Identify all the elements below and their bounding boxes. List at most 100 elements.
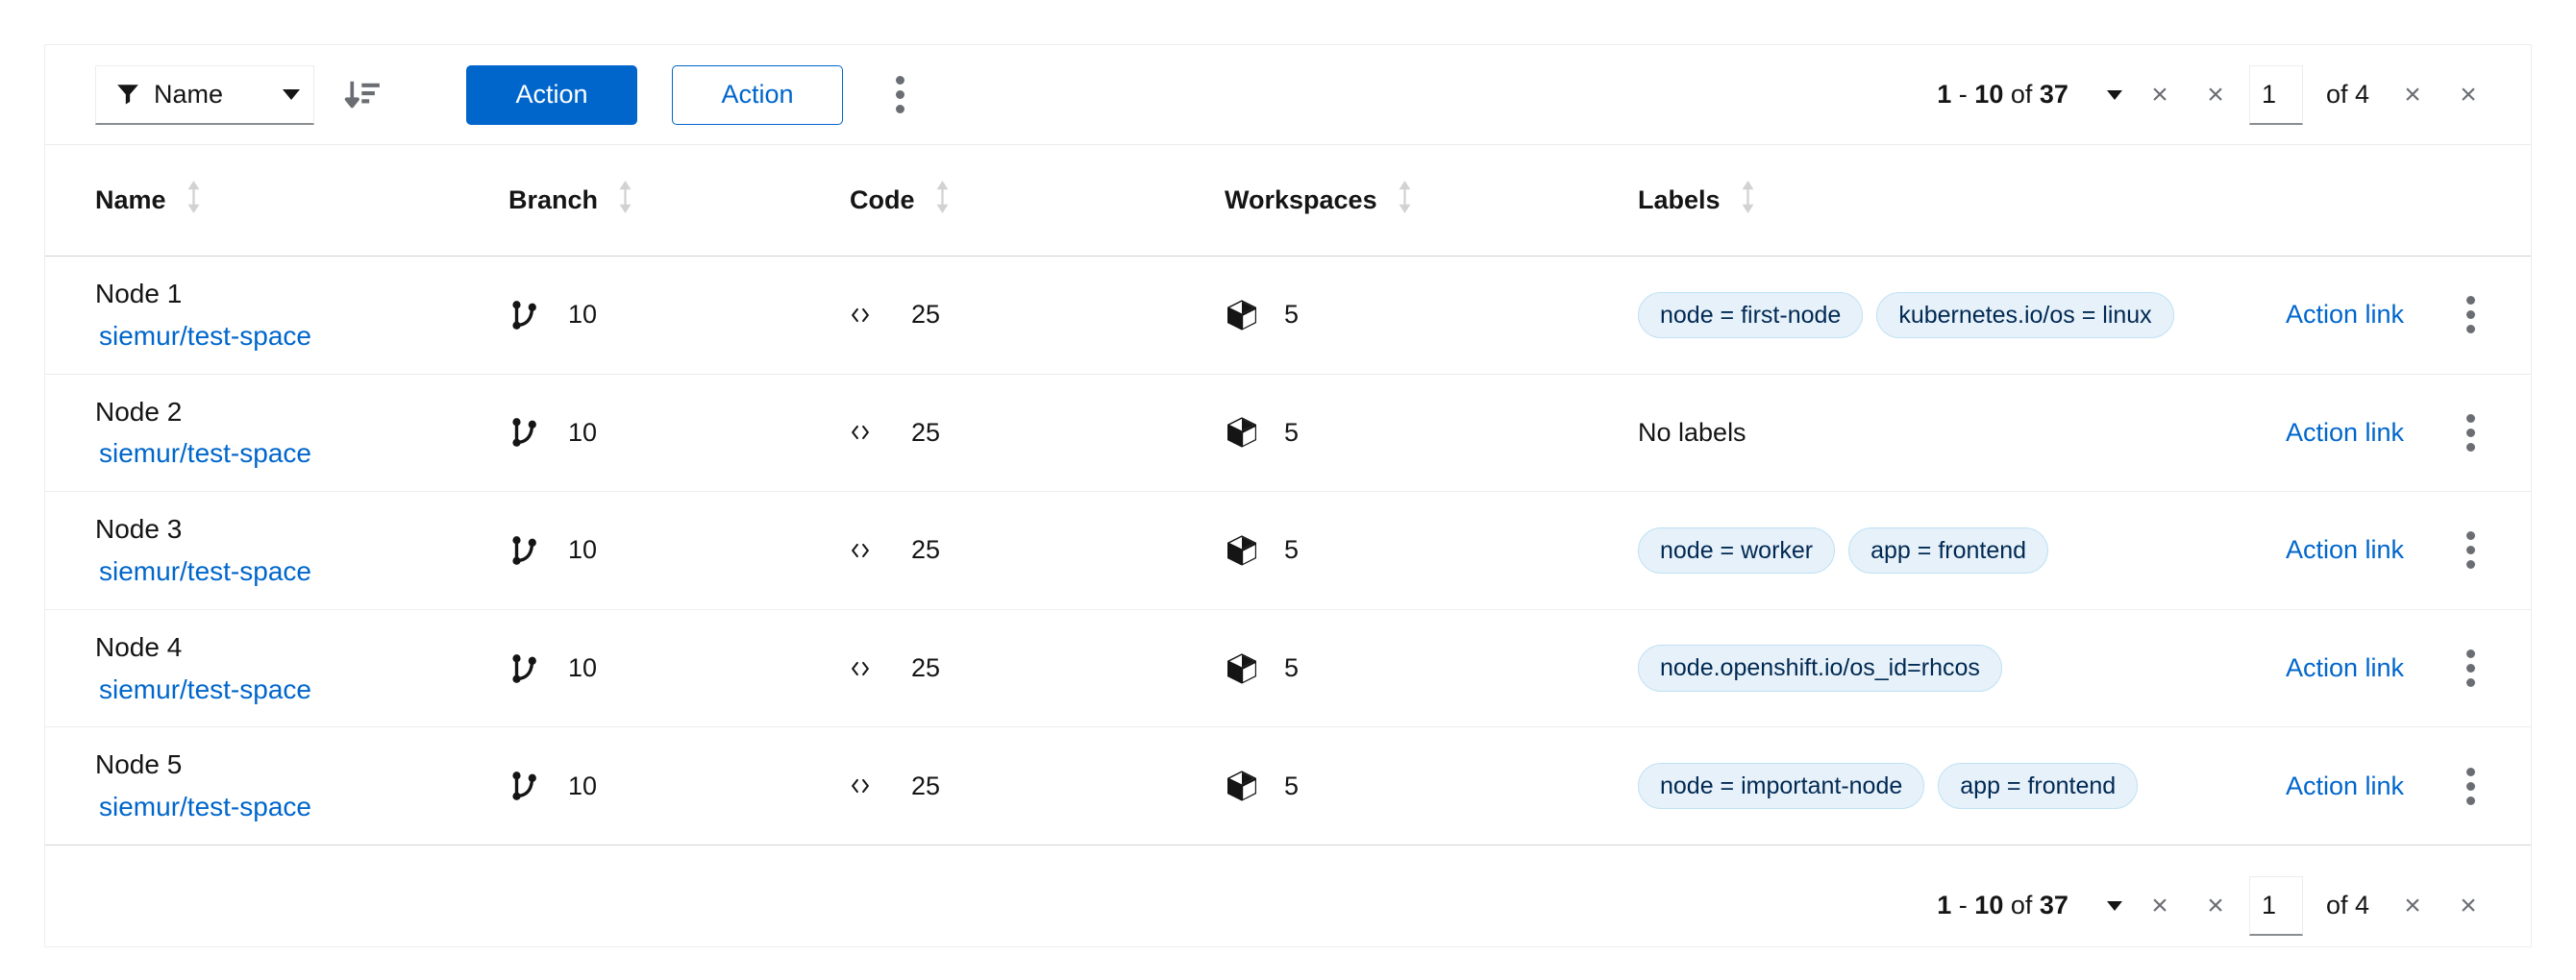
pagination-first-page-button[interactable]: ×	[2132, 878, 2188, 934]
cell-name: Node 5 siemur/test-space	[45, 726, 508, 845]
filter-icon	[115, 82, 140, 107]
pagination-of-word: of	[2010, 891, 2033, 920]
row-kebab-icon[interactable]	[2442, 758, 2498, 814]
kebab-dot	[2465, 413, 2475, 423]
column-header-actions	[2263, 145, 2531, 257]
code-count: 25	[911, 535, 941, 565]
row-action-link[interactable]: Action link	[2286, 772, 2404, 801]
pagination-last-page-button[interactable]: ×	[2440, 67, 2496, 123]
kebab-dot	[2465, 560, 2475, 570]
column-header-name-label: Name	[95, 185, 166, 214]
node-space-link[interactable]: siemur/test-space	[99, 318, 508, 355]
row-kebab-icon[interactable]	[2442, 641, 2498, 697]
kebab-dot	[2465, 296, 2475, 306]
code-count: 25	[911, 653, 941, 683]
label-chip[interactable]: app = frontend	[1848, 527, 2049, 575]
cell-code: 25	[850, 256, 1225, 375]
code-icon	[850, 540, 882, 561]
toolbar-kebab-icon[interactable]	[872, 67, 928, 123]
pagination-first-page-button[interactable]: ×	[2132, 67, 2188, 123]
node-name: Node 3	[95, 514, 183, 545]
label-chip[interactable]: node = first-node	[1638, 291, 1864, 339]
kebab-dot	[895, 90, 904, 99]
primary-action-button[interactable]: Action	[466, 64, 637, 125]
filter-attribute-label: Name	[154, 79, 224, 109]
label-chip[interactable]: node = worker	[1638, 527, 1836, 575]
pagination-range: 1	[1937, 80, 1952, 109]
node-space-link[interactable]: siemur/test-space	[99, 672, 508, 708]
pagination-next-page-button[interactable]: ×	[2385, 878, 2440, 934]
row-action-link[interactable]: Action link	[2286, 653, 2404, 683]
table-head: Name Branch Code Workspaces Labels	[45, 145, 2531, 257]
cell-name: Node 3 siemur/test-space	[45, 491, 508, 610]
kebab-dot	[2465, 664, 2475, 674]
label-chip[interactable]: kubernetes.io/os = linux	[1876, 291, 2174, 339]
pagination-of-word: of	[2010, 80, 2033, 109]
label-chip[interactable]: node.openshift.io/os_id=rhcos	[1638, 645, 2002, 692]
row-action-link[interactable]: Action link	[2286, 300, 2404, 330]
node-name: Node 5	[95, 749, 183, 780]
sort-both-icon	[186, 178, 202, 223]
pagination-page-input[interactable]: 1	[2248, 875, 2303, 936]
pagination-previous-page-button[interactable]: ×	[2188, 67, 2243, 123]
nodes-table: Name Branch Code Workspaces Labels Node …	[45, 145, 2531, 845]
cube-icon	[1225, 769, 1269, 803]
kebab-dot	[895, 105, 904, 113]
row-kebab-icon[interactable]	[2442, 523, 2498, 578]
table-row: Node 3 siemur/test-space 10 25 5 node = worke…	[45, 491, 2531, 610]
cell-workspaces: 5	[1225, 609, 1638, 728]
code-branch-icon	[508, 299, 553, 331]
pagination-options-caret-icon[interactable]	[2106, 89, 2122, 100]
row-kebab-icon[interactable]	[2442, 404, 2498, 460]
node-space-link[interactable]: siemur/test-space	[99, 553, 508, 590]
column-header-branch[interactable]: Branch	[508, 145, 850, 257]
branch-count: 10	[568, 417, 598, 447]
kebab-dot	[895, 76, 904, 85]
pagination-next-page-button[interactable]: ×	[2385, 67, 2440, 123]
table-footer: 1 - 10 of 37 × × 1 of 4 × ×	[45, 845, 2531, 967]
toolbar-right-group: 1 - 10 of 37 × × 1 of 4 × ×	[1937, 64, 2496, 125]
label-chip-group: node = first-node kubernetes.io/os = linu…	[1638, 291, 2243, 339]
node-name: Node 4	[95, 631, 183, 662]
data-table-card: Name Action Action 1 - 10 of 37 × × 1 of…	[44, 44, 2532, 947]
sort-amount-down-icon[interactable]	[335, 68, 389, 122]
column-header-labels[interactable]: Labels	[1638, 145, 2263, 257]
workspaces-count: 5	[1284, 417, 1300, 447]
cell-workspaces: 5	[1225, 374, 1638, 493]
pagination-total: 37	[2039, 80, 2068, 109]
sort-both-icon	[617, 178, 633, 223]
no-labels-text: No labels	[1638, 417, 1746, 447]
column-header-code[interactable]: Code	[850, 145, 1225, 257]
pagination-last-page-button[interactable]: ×	[2440, 878, 2496, 934]
code-count: 25	[911, 417, 941, 447]
pagination-total: 37	[2039, 891, 2068, 920]
code-branch-icon	[508, 770, 553, 802]
pagination-page-input[interactable]: 1	[2248, 64, 2303, 125]
branch-count: 10	[568, 300, 598, 330]
column-header-workspaces-label: Workspaces	[1225, 185, 1377, 214]
column-header-workspaces[interactable]: Workspaces	[1225, 145, 1638, 257]
pagination-options-caret-icon[interactable]	[2106, 900, 2122, 911]
column-header-name[interactable]: Name	[45, 145, 508, 257]
row-kebab-icon[interactable]	[2442, 287, 2498, 343]
label-chip[interactable]: node = important-node	[1638, 762, 1925, 810]
pagination-previous-page-button[interactable]: ×	[2188, 878, 2243, 934]
label-chip-group: node.openshift.io/os_id=rhcos	[1638, 645, 2243, 692]
table-row: Node 1 siemur/test-space 10 25 5 node = first…	[45, 256, 2531, 375]
row-action-link[interactable]: Action link	[2286, 535, 2404, 565]
node-space-link[interactable]: siemur/test-space	[99, 435, 508, 472]
filter-attribute-select[interactable]: Name	[95, 64, 314, 125]
label-chip[interactable]: app = frontend	[1938, 762, 2139, 810]
kebab-dot	[2465, 325, 2475, 334]
row-action-link[interactable]: Action link	[2286, 418, 2404, 448]
toolbar-left-group: Name Action Action	[95, 64, 928, 125]
kebab-dot	[2465, 678, 2475, 688]
table-row: Node 5 siemur/test-space 10 25 5 node = impor…	[45, 726, 2531, 845]
node-space-link[interactable]: siemur/test-space	[99, 789, 508, 825]
cell-labels: node.openshift.io/os_id=rhcos	[1638, 609, 2263, 728]
code-branch-icon	[508, 534, 553, 567]
secondary-action-button[interactable]: Action	[672, 64, 843, 125]
cube-icon	[1225, 533, 1269, 568]
code-branch-icon	[508, 652, 553, 685]
cube-icon	[1225, 651, 1269, 686]
